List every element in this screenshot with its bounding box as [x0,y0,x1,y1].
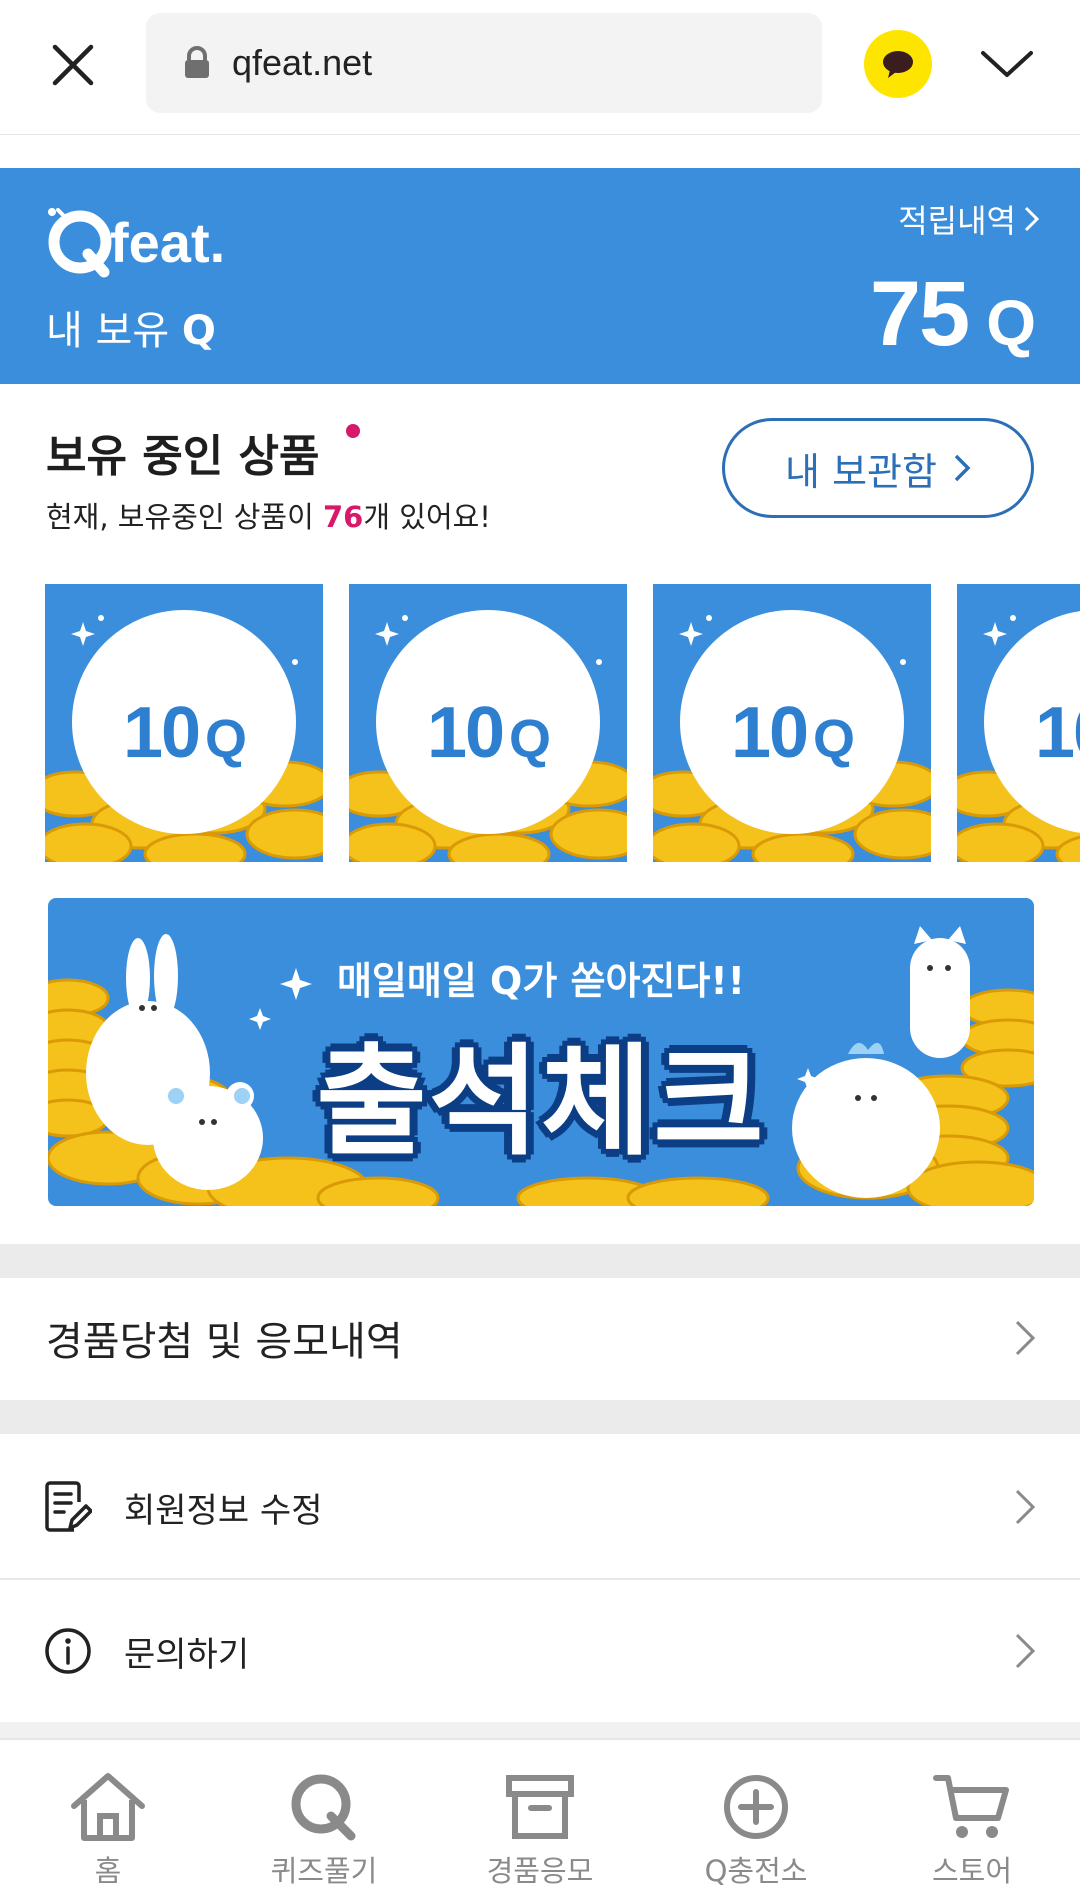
kakao-chat-button[interactable] [864,30,932,98]
chevron-right-icon [1015,1489,1036,1525]
nav-item-quiz[interactable]: 퀴즈풀기 [216,1740,432,1891]
chevron-right-icon [1015,1320,1036,1356]
edit-profile-label: 회원정보 수정 [124,1490,323,1531]
section-divider [0,1400,1080,1434]
qfeat-logo[interactable]: feat. [44,202,264,282]
row-divider [0,1722,1080,1738]
banner-subtitle: 매일매일 Q가 쏟아진다!! [336,959,746,1003]
prize-history-row[interactable]: 경품당첨 및 응모내역 [0,1278,1080,1398]
inquiry-row[interactable]: 문의하기 [0,1580,1080,1722]
speech-bubble-icon [883,51,913,78]
nav-item-store[interactable]: 스토어 [864,1740,1080,1891]
points-balance: 75 Q [870,262,1036,367]
url-bar[interactable]: qfeat.net [146,13,822,113]
cart-icon [933,1775,1009,1838]
nav-item-charge[interactable]: Q충전소 [648,1740,864,1891]
product-card[interactable]: 10Q [957,584,1080,862]
prize-history-label: 경품당첨 및 응모내역 [46,1319,403,1365]
lock-icon [185,46,209,78]
expand-button[interactable] [972,34,1042,94]
nav-item-home[interactable]: 홈 [0,1740,216,1891]
nav-item-prize[interactable]: 경품응모 [432,1740,648,1891]
chevron-right-icon [1024,206,1040,232]
close-icon [52,44,94,86]
info-icon [45,1628,91,1674]
owned-products-carousel[interactable]: 10 Q 10 Q 10 Q 1 [45,584,1080,862]
product-card[interactable]: 10Q [349,584,627,862]
new-indicator-dot [346,424,360,438]
owned-products-subtitle: 현재, 보유중인 상품이 76개 있어요! [46,500,491,534]
attendance-banner[interactable]: 매일매일 Q가 쏟아진다!! 출석체크 [48,898,1034,1206]
inquiry-label: 문의하기 [124,1634,250,1675]
balance-unit: Q [986,287,1036,359]
url-text: qfeat.net [232,42,373,83]
edit-document-icon [45,1481,92,1532]
my-locker-button[interactable]: 내 보관함 [722,418,1034,518]
box-icon [506,1775,574,1839]
browser-bar: qfeat.net [0,0,1080,135]
balance-value: 75 [869,263,970,365]
quiz-q-icon [291,1774,356,1841]
chevron-down-icon [981,51,1033,77]
plus-circle-icon [724,1775,788,1839]
edit-profile-row[interactable]: 회원정보 수정 [0,1436,1080,1578]
section-divider [0,1244,1080,1278]
chevron-right-icon [1015,1633,1036,1669]
product-card[interactable]: 10Q [653,584,931,862]
points-history-link[interactable]: 적립내역 [898,196,1040,242]
banner-title: 출석체크 [316,1033,766,1172]
product-card[interactable]: 10Q [45,584,323,862]
svg-text:feat.: feat. [110,211,225,274]
bottom-navigation: 홈 퀴즈풀기 경품응모 Q충전소 스토어 [0,1738,1080,1891]
close-button[interactable] [38,30,108,100]
home-icon [71,1773,145,1841]
owned-products-title: 보유 중인 상품 [46,431,320,482]
my-points-label: 내 보유 Q [46,308,216,354]
chevron-right-icon [954,454,971,482]
owned-count: 76 [323,500,364,534]
